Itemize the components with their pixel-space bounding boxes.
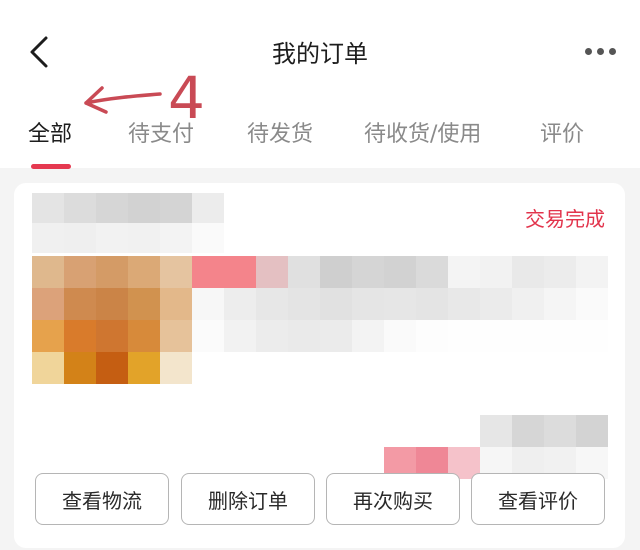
more-horizontal-icon[interactable] [585, 40, 621, 62]
annotation-number: 4 [168, 64, 205, 128]
tab-pending-shipment[interactable]: 待发货 [247, 116, 313, 148]
order-actions: 查看物流 删除订单 再次购买 查看评价 [14, 473, 625, 533]
order-card[interactable]: 交易完成 查看物流 删除订单 再次购买 查看评价 [14, 183, 625, 548]
buy-again-button[interactable]: 再次购买 [326, 473, 460, 525]
view-logistics-button[interactable]: 查看物流 [35, 473, 169, 525]
shop-name-pixelated [32, 193, 224, 253]
order-status: 交易完成 [525, 207, 605, 231]
tab-pending-receipt[interactable]: 待收货/使用 [364, 116, 481, 148]
product-title-pixelated [192, 256, 608, 352]
tab-all[interactable]: 全部 [28, 116, 72, 148]
view-review-button[interactable]: 查看评价 [471, 473, 605, 525]
top-bar: 我的订单 全部 待支付 待发货 待收货/使用 评价 4 [0, 0, 640, 169]
active-tab-indicator [31, 164, 71, 169]
price-pixelated [480, 415, 608, 447]
delete-order-button[interactable]: 删除订单 [181, 473, 315, 525]
tab-review[interactable]: 评价 [540, 116, 584, 148]
product-image-pixelated[interactable] [32, 256, 192, 384]
annotation-arrow: 4 [84, 64, 205, 128]
